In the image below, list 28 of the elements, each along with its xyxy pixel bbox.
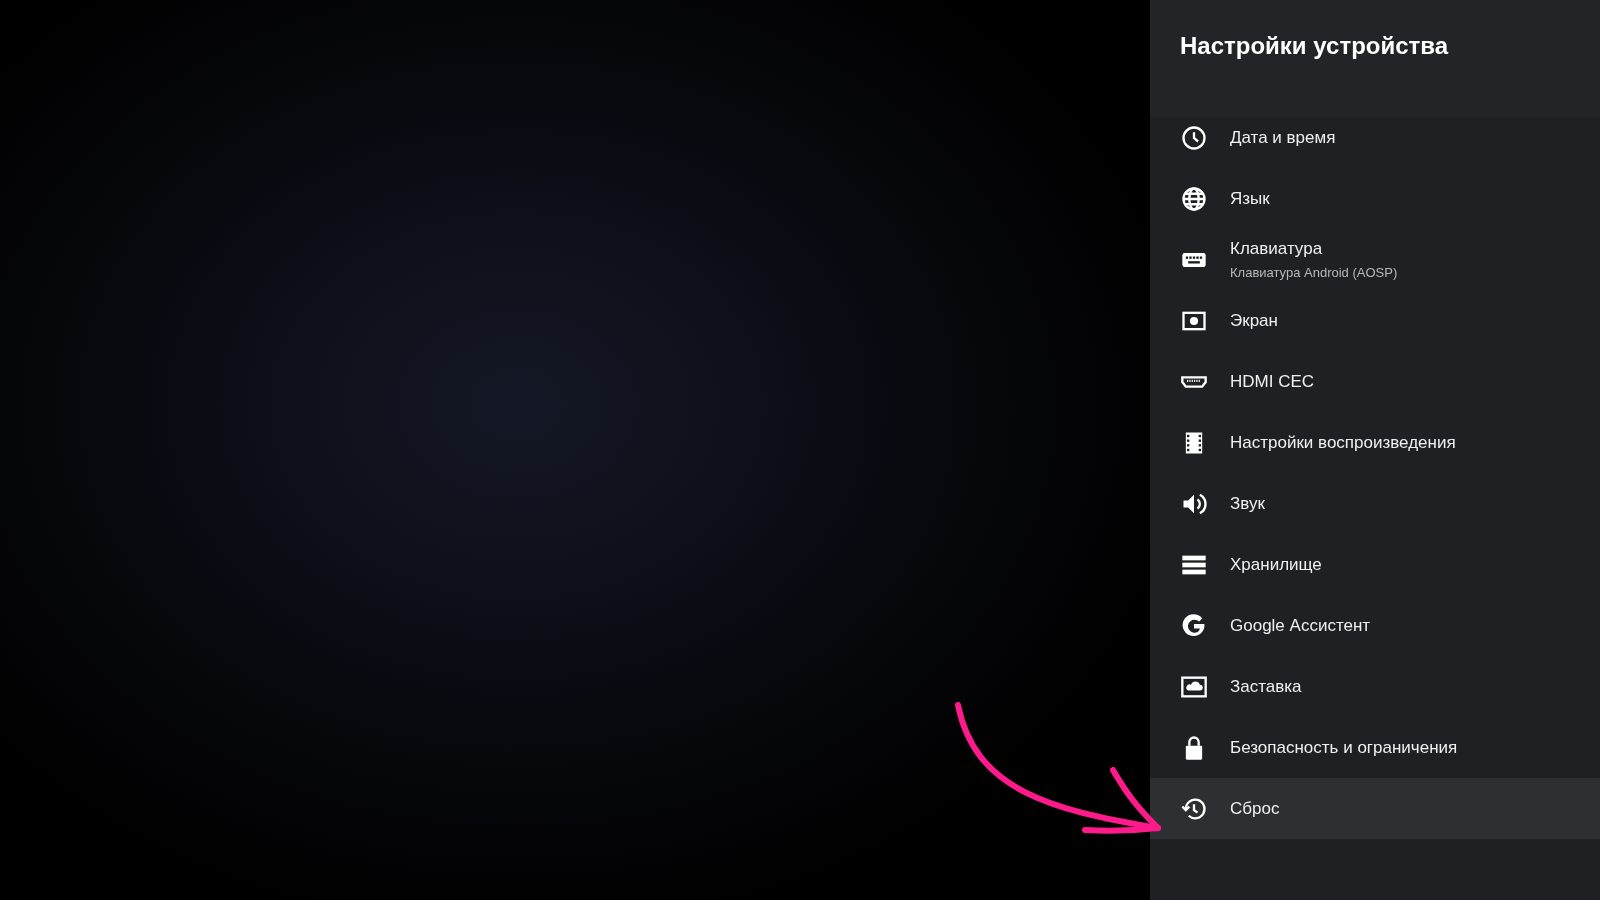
panel-title: Настройки устройства <box>1180 31 1449 60</box>
settings-item[interactable]: Google Ассистент <box>1150 595 1600 656</box>
item-label: Клавиатура <box>1230 239 1324 259</box>
item-label: HDMI CEC <box>1230 371 1315 392</box>
item-label: Google Ассистент <box>1230 615 1371 636</box>
item-subtitle: Клавиатура Android (AOSP) <box>1230 265 1398 280</box>
item-label: Сброс <box>1230 798 1280 819</box>
item-label: Заставка <box>1230 676 1302 697</box>
settings-item[interactable]: Хранилище <box>1150 534 1600 595</box>
settings-item[interactable]: Клавиатура Клавиатура Android (AOSP) <box>1150 229 1600 290</box>
settings-item[interactable]: Настройки воспроизведения <box>1150 412 1600 473</box>
item-label: Экран <box>1230 310 1278 331</box>
globe-icon <box>1180 184 1208 213</box>
settings-item[interactable]: Звук <box>1150 473 1600 534</box>
settings-item[interactable]: Безопасность и ограничения <box>1150 717 1600 778</box>
item-label: Дата и время <box>1230 127 1336 148</box>
clock-icon <box>1180 123 1208 152</box>
item-label: Настройки воспроизведения <box>1230 432 1456 453</box>
settings-item[interactable]: HDMI CEC <box>1150 351 1600 412</box>
item-label: Язык <box>1230 188 1270 209</box>
settings-item[interactable]: Заставка <box>1150 656 1600 717</box>
settings-item[interactable]: Сброс <box>1150 778 1600 839</box>
settings-item[interactable]: Язык <box>1150 168 1600 229</box>
item-label: Безопасность и ограничения <box>1230 737 1458 758</box>
item-label: Хранилище <box>1230 554 1322 575</box>
item-label: Звук <box>1230 493 1265 514</box>
settings-item[interactable]: Экран <box>1150 290 1600 351</box>
settings-item[interactable]: Дата и время <box>1150 107 1600 168</box>
